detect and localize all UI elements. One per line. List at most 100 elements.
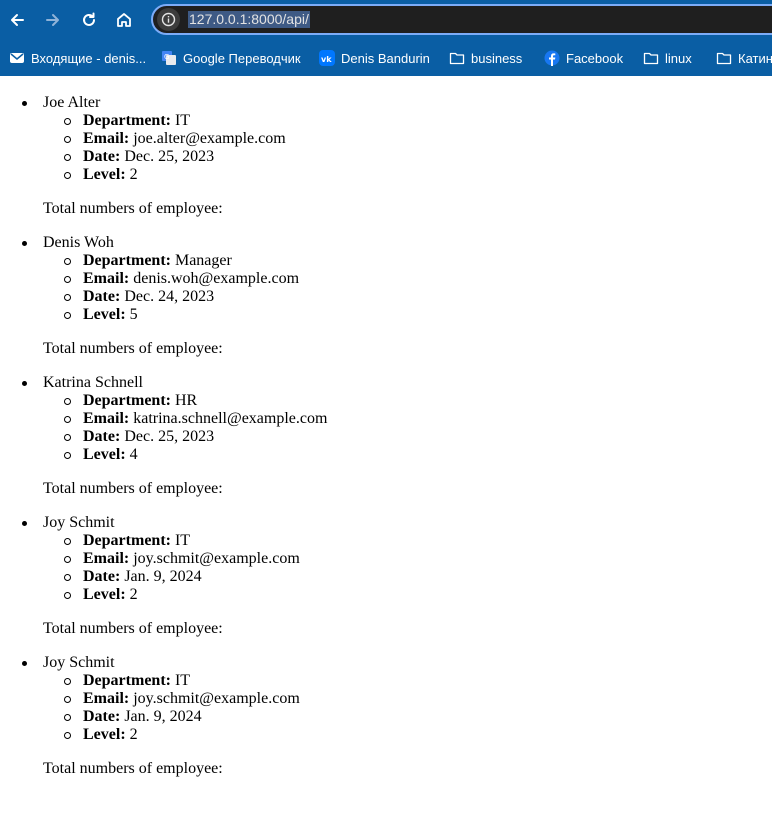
- bullet-circle: [64, 312, 71, 319]
- bullet-circle: [64, 258, 71, 265]
- reload-button[interactable]: [76, 7, 102, 33]
- date-field: Date: Dec. 25, 2023: [83, 148, 214, 166]
- bullet-circle: [64, 714, 71, 721]
- department-value: IT: [174, 672, 191, 689]
- date-field: Date: Jan. 9, 2024: [83, 708, 202, 726]
- site-info-button[interactable]: [157, 8, 180, 31]
- bullet-circle: [64, 276, 71, 283]
- bookmark-inbox[interactable]: Входящие - denis...: [9, 48, 146, 68]
- employee-name: Joe Alter: [43, 94, 101, 111]
- bookmark-vk[interactable]: vk Denis Bandurin: [319, 48, 430, 68]
- bookmark-facebook[interactable]: Facebook: [544, 48, 623, 68]
- level-label: Level:: [83, 586, 126, 603]
- level-field: Level: 2: [83, 166, 138, 184]
- department-value: Manager: [174, 252, 232, 269]
- level-value: 2: [129, 726, 138, 743]
- employee-name: Joy Schmit: [43, 654, 115, 671]
- email-field: Email: denis.woh@example.com: [83, 270, 299, 288]
- department-field: Department: IT: [83, 672, 190, 690]
- level-value: 2: [129, 586, 138, 603]
- reload-icon: [83, 12, 95, 26]
- bullet-disc: [22, 241, 27, 246]
- email-value: denis.woh@example.com: [133, 270, 300, 287]
- level-label: Level:: [83, 306, 126, 323]
- arrow-right-icon: [46, 14, 59, 26]
- back-button[interactable]: [4, 7, 30, 33]
- department-value: IT: [174, 532, 191, 549]
- email-value: joe.alter@example.com: [133, 130, 286, 147]
- level-value: 5: [129, 306, 138, 323]
- employee-name: Katrina Schnell: [43, 374, 143, 391]
- department-label: Department:: [83, 112, 171, 129]
- bookmarks-bar: Входящие - denis... G Google Переводчик …: [0, 40, 772, 76]
- forward-button[interactable]: [40, 7, 66, 33]
- bullet-circle: [64, 118, 71, 125]
- department-field: Department: IT: [83, 532, 190, 550]
- date-value: Dec. 24, 2023: [124, 288, 215, 305]
- bullet-circle: [64, 556, 71, 563]
- date-field: Date: Dec. 25, 2023: [83, 428, 214, 446]
- browser-chrome: 127.0.0.1:8000/api/ Входящие - denis... …: [0, 0, 772, 76]
- home-button[interactable]: [111, 7, 137, 33]
- bullet-circle: [64, 592, 71, 599]
- date-label: Date:: [83, 288, 121, 305]
- url-text[interactable]: 127.0.0.1:8000/api/: [188, 11, 310, 28]
- bullet-circle: [64, 678, 71, 685]
- browser-toolbar: 127.0.0.1:8000/api/: [0, 0, 772, 40]
- bullet-circle: [64, 294, 71, 301]
- bullet-circle: [64, 172, 71, 179]
- total-employees-text: Total numbers of employee:: [43, 760, 223, 777]
- total-employees-text: Total numbers of employee:: [43, 340, 223, 357]
- bullet-disc: [22, 661, 27, 666]
- date-value: Jan. 9, 2024: [124, 568, 202, 585]
- bookmark-folder-katin[interactable]: Катин: [716, 48, 772, 68]
- bookmark-google-translate[interactable]: G Google Переводчик: [161, 48, 301, 68]
- level-field: Level: 2: [83, 586, 138, 604]
- email-label: Email:: [83, 130, 130, 147]
- bookmark-label: Входящие - denis...: [31, 50, 147, 66]
- email-label: Email:: [83, 690, 130, 707]
- bullet-circle: [64, 416, 71, 423]
- department-field: Department: Manager: [83, 252, 232, 270]
- address-bar[interactable]: 127.0.0.1:8000/api/: [151, 4, 772, 35]
- email-field: Email: joe.alter@example.com: [83, 130, 286, 148]
- date-label: Date:: [83, 708, 121, 725]
- level-label: Level:: [83, 726, 126, 743]
- folder-icon: [449, 50, 465, 66]
- email-field: Email: katrina.schnell@example.com: [83, 410, 327, 428]
- department-label: Department:: [83, 252, 171, 269]
- email-value: joy.schmit@example.com: [133, 550, 300, 567]
- bullet-disc: [22, 521, 27, 526]
- level-label: Level:: [83, 446, 126, 463]
- home-icon: [117, 13, 131, 27]
- bullet-circle: [64, 154, 71, 161]
- google-translate-icon: G: [161, 50, 177, 66]
- mail-icon: [9, 50, 25, 66]
- email-value: katrina.schnell@example.com: [133, 410, 328, 427]
- svg-text:G: G: [164, 53, 169, 61]
- bullet-circle: [64, 574, 71, 581]
- date-label: Date:: [83, 568, 121, 585]
- level-value: 4: [129, 446, 138, 463]
- bullet-disc: [22, 101, 27, 106]
- bullet-circle: [64, 696, 71, 703]
- bookmark-label: Катин: [738, 50, 772, 66]
- email-value: joy.schmit@example.com: [133, 690, 300, 707]
- date-field: Date: Jan. 9, 2024: [83, 568, 202, 586]
- bookmark-label: Google Переводчик: [183, 50, 301, 66]
- email-label: Email:: [83, 410, 130, 427]
- svg-text:vk: vk: [321, 55, 332, 64]
- department-field: Department: HR: [83, 392, 197, 410]
- date-value: Dec. 25, 2023: [124, 148, 215, 165]
- date-value: Dec. 25, 2023: [124, 428, 215, 445]
- email-field: Email: joy.schmit@example.com: [83, 550, 300, 568]
- bookmark-folder-business[interactable]: business: [449, 48, 522, 68]
- bullet-disc: [22, 381, 27, 386]
- folder-icon: [643, 50, 659, 66]
- bullet-circle: [64, 434, 71, 441]
- bookmark-folder-linux[interactable]: linux: [643, 48, 692, 68]
- date-field: Date: Dec. 24, 2023: [83, 288, 214, 306]
- level-label: Level:: [83, 166, 126, 183]
- date-label: Date:: [83, 148, 121, 165]
- facebook-icon: [544, 50, 560, 66]
